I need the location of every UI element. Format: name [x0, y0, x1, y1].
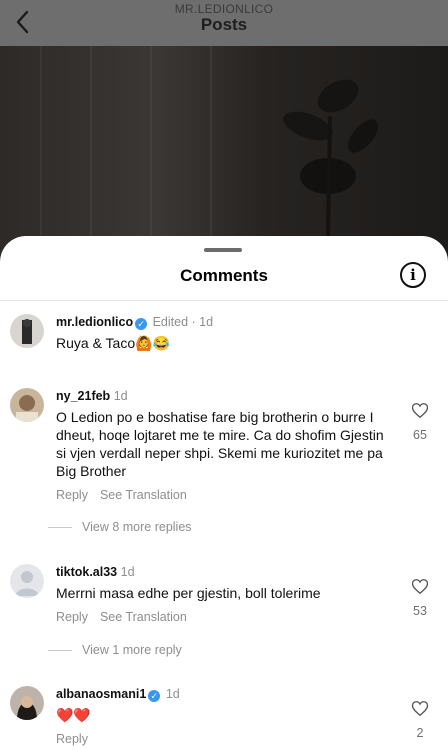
info-icon[interactable]: i: [400, 262, 426, 288]
comment-item: ny_21feb 1d O Ledion po e boshatise fare…: [10, 388, 438, 508]
comment-username[interactable]: tiktok.al33: [56, 565, 117, 579]
reply-button[interactable]: Reply: [56, 732, 88, 746]
more-replies-label: View 8 more replies: [82, 520, 192, 534]
avatar[interactable]: [10, 564, 44, 598]
comment-username[interactable]: ny_21feb: [56, 389, 110, 403]
avatar[interactable]: [10, 388, 44, 422]
like-count: 53: [413, 604, 427, 618]
comment-text: Merrni masa edhe per gjestin, boll toler…: [56, 585, 321, 601]
more-replies-label: View 1 more reply: [82, 643, 182, 657]
verified-badge-icon: ✓: [148, 690, 161, 702]
like-count: 65: [413, 428, 427, 442]
comment-text: ❤️❤️: [56, 707, 91, 723]
see-translation-button[interactable]: See Translation: [100, 610, 187, 624]
see-translation-button[interactable]: See Translation: [100, 488, 187, 502]
like-count: 2: [416, 726, 424, 740]
heart-icon: [411, 579, 429, 595]
comment-username[interactable]: mr.ledionlico: [56, 315, 133, 329]
view-more-replies-button[interactable]: View 8 more replies: [48, 520, 192, 534]
top-bar: MR.LEDIONLICO Posts: [0, 0, 448, 46]
comment-item: albanaosmani1 ✓ 1d ❤️❤️ Reply 2: [10, 686, 438, 748]
divider: [0, 300, 448, 301]
caption-comment: mr.ledionlico ✓ Edited · 1d Ruya & Taco🙆😂: [10, 314, 438, 364]
avatar[interactable]: [10, 314, 44, 348]
comment-text: O Ledion po e boshatise fare big brother…: [56, 409, 384, 479]
avatar[interactable]: [10, 686, 44, 720]
like-button[interactable]: 2: [402, 700, 438, 740]
plant-silhouette: [283, 79, 378, 236]
like-button[interactable]: 65: [402, 402, 438, 442]
sheet-title: Comments: [180, 266, 268, 285]
comments-sheet: Comments i mr.ledionlico ✓ Edited · 1d Ru…: [0, 236, 448, 750]
comment-username[interactable]: albanaosmani1: [56, 687, 146, 701]
comment-text: Ruya & Taco🙆😂: [56, 335, 170, 351]
header-title: Posts: [200, 15, 248, 34]
heart-icon: [411, 403, 429, 419]
post-image: [0, 46, 448, 256]
header-username: MR.LEDIONLICO: [174, 2, 274, 16]
comment-time: 1d: [120, 565, 135, 579]
reply-button[interactable]: Reply: [56, 488, 88, 502]
view-more-replies-button[interactable]: View 1 more reply: [48, 643, 182, 657]
comment-meta: Edited · 1d: [152, 315, 214, 329]
reply-button[interactable]: Reply: [56, 610, 88, 624]
comment-time: 1d: [113, 389, 128, 403]
drag-handle[interactable]: [204, 248, 242, 252]
heart-icon: [411, 701, 429, 717]
comment-time: 1d: [165, 687, 180, 701]
comment-item: tiktok.al33 1d Merrni masa edhe per gjes…: [10, 564, 438, 626]
verified-badge-icon: ✓: [135, 318, 148, 330]
like-button[interactable]: 53: [402, 578, 438, 618]
